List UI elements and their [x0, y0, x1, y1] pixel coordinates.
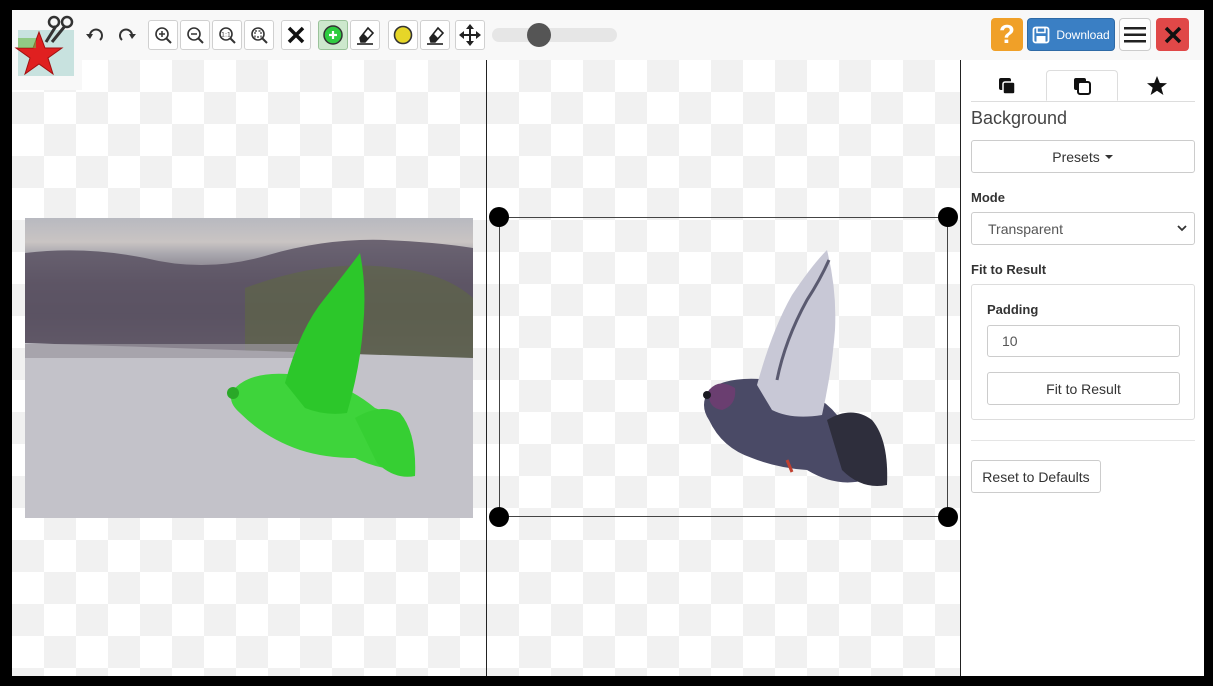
padding-input[interactable]: 10 [987, 325, 1180, 357]
app-window: 1:1 ? Download Background Presets Mode T… [12, 10, 1204, 676]
star-tab-icon [1147, 75, 1167, 95]
tab-crop[interactable] [1046, 70, 1118, 101]
keep-brush-button[interactable] [318, 20, 348, 50]
zoom-in-button[interactable] [148, 20, 178, 50]
clipping-magic-logo-icon[interactable] [12, 10, 82, 90]
zoom-fit-button[interactable] [244, 20, 274, 50]
svg-text:1:1: 1:1 [221, 32, 231, 39]
zoom-actual-size-button[interactable]: 1:1 [212, 20, 242, 50]
zoom-actual-size-icon: 1:1 [219, 27, 236, 44]
close-button[interactable] [1156, 18, 1189, 51]
crop-box[interactable] [499, 217, 948, 517]
crop-handle-bottom-left[interactable] [489, 507, 509, 527]
clear-marks-icon [287, 26, 305, 44]
reset-to-defaults-button[interactable]: Reset to Defaults [971, 460, 1101, 493]
presets-dropdown-button[interactable]: Presets [971, 140, 1195, 173]
redo-button[interactable] [112, 20, 142, 50]
padding-label: Padding [987, 302, 1039, 317]
result-preview-pane[interactable] [487, 60, 960, 676]
crop-handle-bottom-right[interactable] [938, 507, 958, 527]
zoom-out-button[interactable] [180, 20, 210, 50]
original-photo[interactable] [25, 218, 473, 518]
sidebar-tabs [971, 70, 1195, 102]
help-button[interactable]: ? [991, 18, 1023, 51]
remove-eraser-button[interactable] [350, 20, 380, 50]
zoom-fit-icon [251, 27, 268, 44]
tab-background[interactable] [971, 70, 1043, 101]
original-image-pane[interactable] [12, 60, 486, 676]
hair-brush-icon [393, 25, 413, 45]
pan-button[interactable] [455, 20, 485, 50]
keep-brush-icon [323, 25, 343, 45]
download-button[interactable]: Download [1027, 18, 1115, 51]
undo-icon [86, 28, 103, 41]
close-icon [1164, 26, 1181, 43]
crop-handle-top-right[interactable] [938, 207, 958, 227]
fit-to-result-group: Padding 10 Fit to Result [971, 284, 1195, 420]
save-disk-icon [1032, 26, 1050, 43]
settings-sidebar: Background Presets Mode Transparent Fit … [960, 60, 1204, 676]
zoom-in-icon [155, 27, 172, 44]
clear-marks-button[interactable] [281, 20, 311, 50]
fit-to-result-label: Fit to Result [971, 262, 1047, 277]
crop-handle-top-left[interactable] [489, 207, 509, 227]
redo-icon [119, 28, 136, 41]
remove-eraser-icon [357, 26, 375, 45]
hair-brush-button[interactable] [388, 20, 418, 50]
tab-favorites[interactable] [1121, 70, 1193, 101]
menu-button[interactable] [1119, 18, 1151, 51]
crop-tab-icon [1074, 77, 1091, 95]
mode-select[interactable]: Transparent [971, 212, 1195, 245]
mode-select-value: Transparent [988, 220, 1063, 237]
background-tab-icon [999, 77, 1016, 95]
section-divider [971, 440, 1195, 441]
mode-label: Mode [971, 190, 1005, 205]
hamburger-menu-icon [1124, 26, 1146, 42]
chevron-down-icon [1177, 225, 1187, 232]
toolbar: 1:1 ? Download [12, 10, 1204, 90]
pan-icon [459, 24, 481, 46]
presets-label: Presets [1052, 148, 1100, 165]
brush-size-slider-thumb[interactable] [527, 23, 551, 47]
panel-heading: Background [971, 108, 1068, 128]
fit-to-result-button[interactable]: Fit to Result [987, 372, 1180, 405]
zoom-out-icon [187, 27, 204, 44]
undo-button[interactable] [80, 20, 110, 50]
caret-down-icon [1104, 154, 1113, 159]
brush-size-slider[interactable] [492, 23, 617, 47]
hair-eraser-icon [427, 26, 445, 45]
download-label: Download [1056, 27, 1110, 42]
hair-eraser-button[interactable] [420, 20, 450, 50]
